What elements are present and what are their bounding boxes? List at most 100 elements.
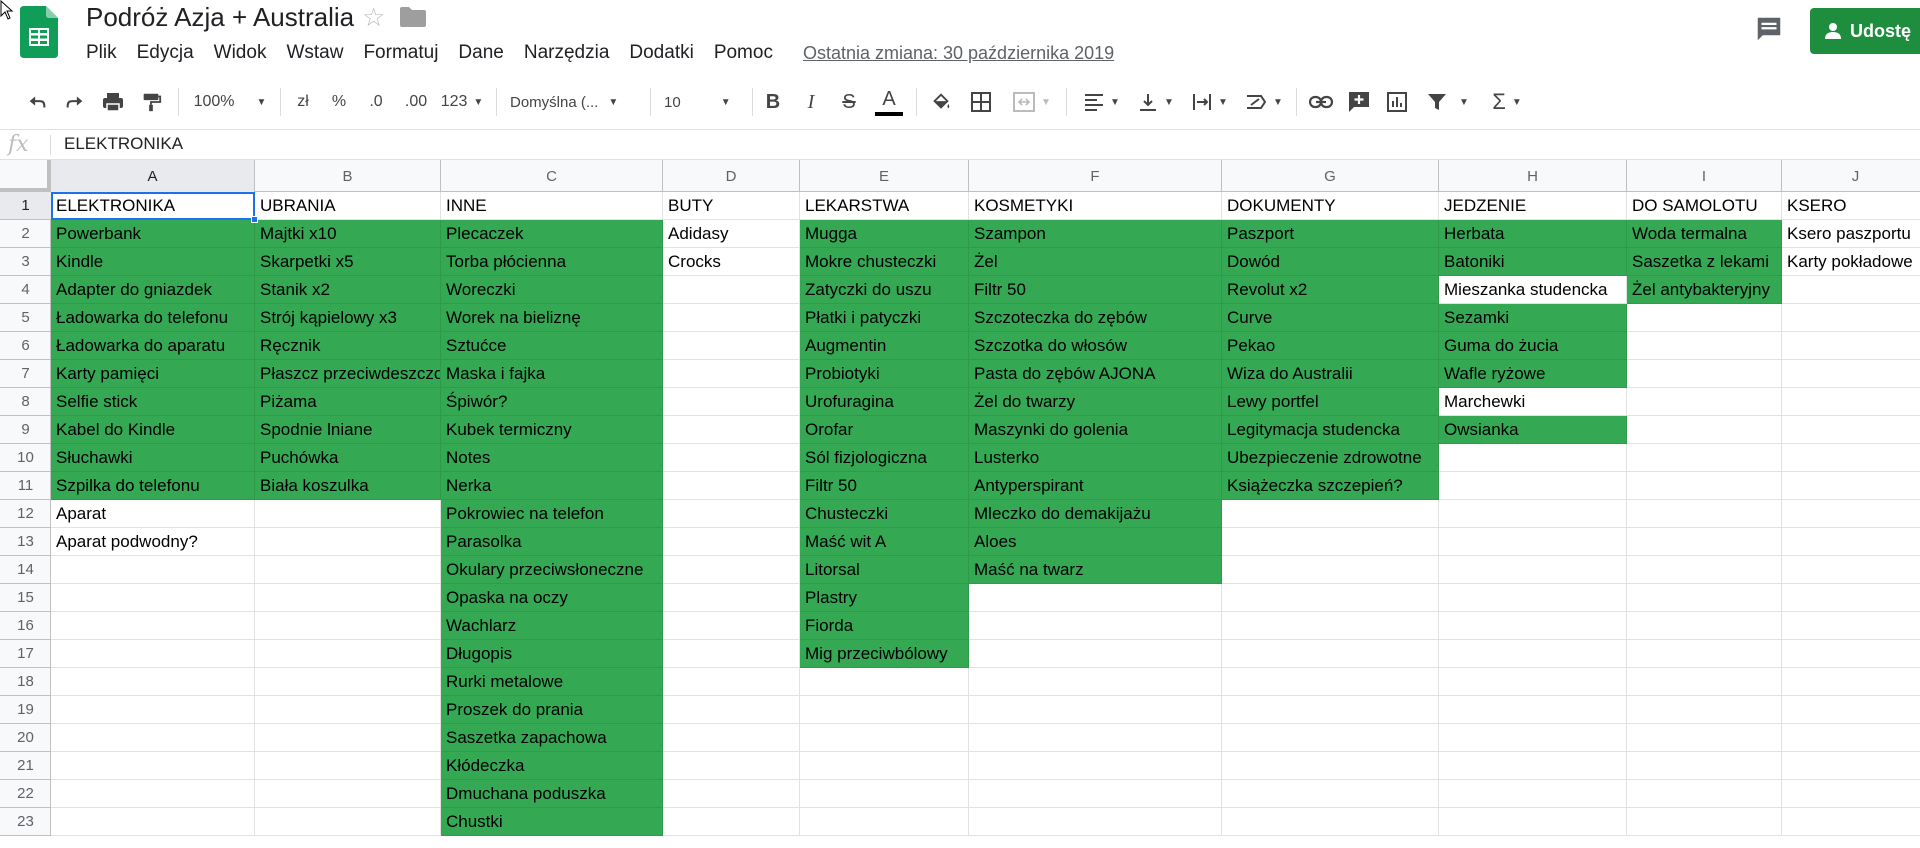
cell-b19[interactable] [255, 696, 441, 724]
font-size-select[interactable]: 10 ▼ [664, 86, 744, 118]
cell-i23[interactable] [1627, 808, 1782, 836]
undo-icon[interactable] [22, 86, 52, 118]
row-header-6[interactable]: 6 [0, 332, 51, 360]
cell-d1[interactable]: BUTY [663, 192, 800, 220]
cell-h2[interactable]: Herbata [1439, 220, 1627, 248]
cell-g9[interactable]: Legitymacja studencka [1222, 416, 1439, 444]
cell-b22[interactable] [255, 780, 441, 808]
cell-a12[interactable]: Aparat [51, 500, 255, 528]
cell-j13[interactable] [1782, 528, 1920, 556]
cell-f11[interactable]: Antyperspirant [969, 472, 1222, 500]
cell-e20[interactable] [800, 724, 969, 752]
cell-j18[interactable] [1782, 668, 1920, 696]
cell-c18[interactable]: Rurki metalowe [441, 668, 663, 696]
cell-b16[interactable] [255, 612, 441, 640]
row-header-21[interactable]: 21 [0, 752, 51, 780]
cell-d12[interactable] [663, 500, 800, 528]
cell-e15[interactable]: Plastry [800, 584, 969, 612]
cell-i19[interactable] [1627, 696, 1782, 724]
cell-j16[interactable] [1782, 612, 1920, 640]
cell-g18[interactable] [1222, 668, 1439, 696]
cell-b20[interactable] [255, 724, 441, 752]
cell-e5[interactable]: Płatki i patyczki [800, 304, 969, 332]
document-title[interactable]: Podróż Azja + Australia [86, 2, 354, 33]
cell-g21[interactable] [1222, 752, 1439, 780]
text-rotate-icon[interactable]: ▼ [1242, 86, 1286, 118]
cell-h4[interactable]: Mieszanka studencka [1439, 276, 1627, 304]
row-header-19[interactable]: 19 [0, 696, 51, 724]
column-header-a[interactable]: A [51, 160, 255, 192]
cell-f18[interactable] [969, 668, 1222, 696]
cell-f22[interactable] [969, 780, 1222, 808]
cell-g22[interactable] [1222, 780, 1439, 808]
cell-g12[interactable] [1222, 500, 1439, 528]
cell-c19[interactable]: Proszek do prania [441, 696, 663, 724]
cell-i6[interactable] [1627, 332, 1782, 360]
row-header-8[interactable]: 8 [0, 388, 51, 416]
row-header-22[interactable]: 22 [0, 780, 51, 808]
cell-h13[interactable] [1439, 528, 1627, 556]
cell-a4[interactable]: Adapter do gniazdek [51, 276, 255, 304]
cell-c22[interactable]: Dmuchana poduszka [441, 780, 663, 808]
cell-a5[interactable]: Ładowarka do telefonu [51, 304, 255, 332]
cell-h18[interactable] [1439, 668, 1627, 696]
cell-e13[interactable]: Maść wit A [800, 528, 969, 556]
cell-c13[interactable]: Parasolka [441, 528, 663, 556]
cell-a6[interactable]: Ładowarka do aparatu [51, 332, 255, 360]
cell-e6[interactable]: Augmentin [800, 332, 969, 360]
cell-f17[interactable] [969, 640, 1222, 668]
cell-b18[interactable] [255, 668, 441, 696]
cell-c20[interactable]: Saszetka zapachowa [441, 724, 663, 752]
row-header-17[interactable]: 17 [0, 640, 51, 668]
cell-b3[interactable]: Skarpetki x5 [255, 248, 441, 276]
cell-c8[interactable]: Śpiwór? [441, 388, 663, 416]
column-header-f[interactable]: F [969, 160, 1222, 192]
cell-g8[interactable]: Lewy portfel [1222, 388, 1439, 416]
cell-i3[interactable]: Saszetka z lekami [1627, 248, 1782, 276]
cell-f8[interactable]: Żel do twarzy [969, 388, 1222, 416]
cell-c4[interactable]: Woreczki [441, 276, 663, 304]
cell-b8[interactable]: Piżama [255, 388, 441, 416]
cell-f5[interactable]: Szczoteczka do zębów [969, 304, 1222, 332]
cell-a2[interactable]: Powerbank [51, 220, 255, 248]
row-header-3[interactable]: 3 [0, 248, 51, 276]
cell-d13[interactable] [663, 528, 800, 556]
cell-e10[interactable]: Sól fizjologiczna [800, 444, 969, 472]
text-color-icon[interactable]: A [872, 86, 906, 118]
cell-f15[interactable] [969, 584, 1222, 612]
print-icon[interactable] [98, 86, 128, 118]
cell-j9[interactable] [1782, 416, 1920, 444]
cell-c3[interactable]: Torba płócienna [441, 248, 663, 276]
cell-e17[interactable]: Mig przeciwbólowy [800, 640, 969, 668]
cell-i15[interactable] [1627, 584, 1782, 612]
row-header-7[interactable]: 7 [0, 360, 51, 388]
cell-h8[interactable]: Marchewki [1439, 388, 1627, 416]
cell-j20[interactable] [1782, 724, 1920, 752]
cell-c6[interactable]: Sztućce [441, 332, 663, 360]
cell-f1[interactable]: KOSMETYKI [969, 192, 1222, 220]
cell-d8[interactable] [663, 388, 800, 416]
cell-h11[interactable] [1439, 472, 1627, 500]
cell-j2[interactable]: Ksero paszportu [1782, 220, 1920, 248]
cell-c17[interactable]: Długopis [441, 640, 663, 668]
row-header-10[interactable]: 10 [0, 444, 51, 472]
fill-color-icon[interactable] [926, 86, 956, 118]
cell-a3[interactable]: Kindle [51, 248, 255, 276]
cell-d20[interactable] [663, 724, 800, 752]
cell-d23[interactable] [663, 808, 800, 836]
cell-j19[interactable] [1782, 696, 1920, 724]
cell-f13[interactable]: Aloes [969, 528, 1222, 556]
cell-d7[interactable] [663, 360, 800, 388]
cell-j1[interactable]: KSERO [1782, 192, 1920, 220]
menu-format[interactable]: Formatuj [363, 42, 438, 64]
cell-h23[interactable] [1439, 808, 1627, 836]
cell-e14[interactable]: Litorsal [800, 556, 969, 584]
bold-icon[interactable]: B [758, 86, 788, 118]
cell-j10[interactable] [1782, 444, 1920, 472]
cell-c12[interactable]: Pokrowiec na telefon [441, 500, 663, 528]
cell-h5[interactable]: Sezamki [1439, 304, 1627, 332]
cell-a21[interactable] [51, 752, 255, 780]
column-header-d[interactable]: D [663, 160, 800, 192]
cell-e16[interactable]: Fiorda [800, 612, 969, 640]
cell-f4[interactable]: Filtr 50 [969, 276, 1222, 304]
